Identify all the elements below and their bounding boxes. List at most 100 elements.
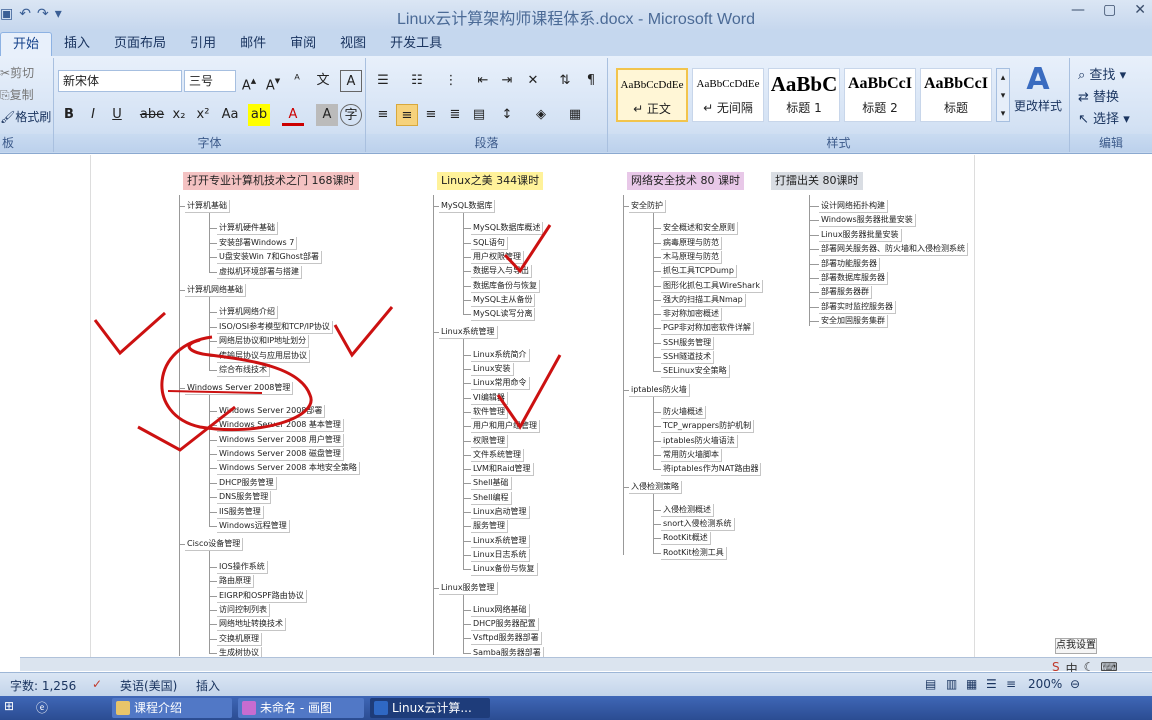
leaf-node: MySQL读写分离 [471,308,536,322]
ime-settings-button[interactable]: 点我设置 [1055,638,1097,654]
insert-mode[interactable]: 插入 [196,677,220,694]
numbering-icon[interactable]: ☷ [406,70,428,92]
copy-button[interactable]: ⎘复制 [0,86,34,103]
leaf-node: ISO/OSI参考模型和TCP/IP协议 [217,320,333,334]
ie-icon[interactable]: ⓔ [36,699,48,716]
cut-button[interactable]: ✂剪切 [0,64,34,81]
branch-line [209,341,217,343]
style-name: ↵ 无间隔 [703,101,753,115]
leaf-node: U盘安装Win 7和Ghost部署 [217,251,322,265]
bullets-icon[interactable]: ☰ [372,70,394,92]
multilevel-list-icon[interactable]: ⋮ [440,70,462,92]
minimize-icon[interactable]: — [1071,2,1085,18]
char-border-icon[interactable]: A [340,70,362,92]
show-marks-icon[interactable]: ¶ [580,70,602,92]
leaf-node: Linux常用命令 [471,377,530,391]
leaf-node: 非对称加密概述 [661,308,722,322]
full-screen-icon[interactable]: ▥ [946,677,957,691]
start-icon[interactable]: ⊞ [4,699,14,713]
word-count[interactable]: 字数: 1,256 [10,677,76,694]
document-area[interactable]: 打开专业计算机技术之门 168课时 计算机基础 计算机硬件基础 安装部署Windows… [0,155,1152,657]
font-group-label: 字体 [54,134,365,152]
styles-scroll[interactable]: ▴ ▾ ▾ [996,68,1010,122]
proofing-icon[interactable]: ✓ [92,677,102,691]
superscript-button[interactable]: x² [192,104,214,126]
shading-icon[interactable]: ◈ [530,104,552,126]
italic-button[interactable]: I [82,104,104,126]
outline-icon[interactable]: ☰ [986,677,997,691]
taskbar-item-paint[interactable]: 未命名 - 画图 [238,698,364,718]
align-right-icon[interactable]: ≡ [420,104,442,126]
branch-line [463,512,471,513]
chinese-layout-icon[interactable]: ✕ [522,70,544,92]
font-color-button[interactable]: A [282,104,304,126]
borders-icon[interactable]: ▦ [564,104,586,126]
leaf-node: 文件系统管理 [471,448,524,462]
bold-button[interactable]: B [58,104,80,126]
branch-line [463,497,471,499]
decrease-indent-icon[interactable]: ⇤ [472,70,494,92]
format-painter-button[interactable]: 🖌格式刷 [0,108,51,125]
justify-icon[interactable]: ≣ [444,104,466,126]
draft-icon[interactable]: ≡ [1006,677,1016,691]
tab-view[interactable]: 视图 [328,32,378,56]
replace-button[interactable]: ⇄ 替换 [1078,86,1119,105]
leaf-node: 常用防火墙脚本 [661,448,722,462]
style-heading2[interactable]: AaBbCcI 标题 2 [844,68,916,122]
branch-line [209,257,217,259]
font-size-select[interactable]: 三号 [184,70,236,92]
zoom-out-icon[interactable]: ⊖ [1070,677,1080,691]
underline-button[interactable]: U [106,104,128,126]
tab-page-layout[interactable]: 页面布局 [102,32,178,56]
change-case-button[interactable]: Aa [216,104,244,126]
align-left-icon[interactable]: ≡ [372,104,394,126]
tab-insert[interactable]: 插入 [52,32,102,56]
grow-font-button[interactable]: A▴ [238,70,260,93]
maximize-icon[interactable]: ▢ [1103,2,1116,18]
leaf-node: 网络地址转换技术 [217,618,286,632]
leaf-node: 设计网络拓扑构建 [819,200,888,213]
horizontal-scrollbar[interactable] [20,657,1152,671]
find-button[interactable]: ⌕ 查找 ▾ [1078,64,1126,83]
tab-developer[interactable]: 开发工具 [378,32,454,56]
web-layout-icon[interactable]: ▦ [966,677,977,691]
tab-review[interactable]: 审阅 [278,32,328,56]
highlight-button[interactable]: ab [248,104,270,126]
shrink-font-button[interactable]: A▾ [262,70,284,93]
distributed-icon[interactable]: ▤ [468,104,490,126]
font-name-select[interactable]: 新宋体 [58,70,182,92]
sort-icon[interactable]: ⇅ [554,70,576,92]
taskbar-item-word[interactable]: Linux云计算... [370,698,490,718]
print-layout-icon[interactable]: ▤ [925,677,936,691]
increase-indent-icon[interactable]: ⇥ [496,70,518,92]
branch-line [653,469,661,471]
style-title[interactable]: AaBbCcI 标题 [920,68,992,122]
subscript-button[interactable]: x₂ [168,104,190,126]
zoom-level[interactable]: 200% [1028,677,1062,691]
phonetic-guide-icon[interactable]: 文 [312,70,334,92]
leaf-node: Linux服务器批量安装 [819,228,902,242]
tab-mailings[interactable]: 邮件 [228,32,278,56]
clear-format-icon[interactable]: ᴬ [286,70,308,92]
style-no-spacing[interactable]: AaBbCcDdEe ↵ 无间隔 [692,68,764,122]
line-spacing-icon[interactable]: ↕ [496,104,518,126]
branch-line [209,242,217,244]
style-normal[interactable]: AaBbCcDdEe ↵ 正文 [616,68,688,122]
leaf-node: MySQL主从备份 [471,293,536,307]
document-page[interactable]: 打开专业计算机技术之门 168课时 计算机基础 计算机硬件基础 安装部署Windows… [90,155,975,657]
taskbar-item-folder[interactable]: 课程介绍 [112,698,232,718]
tab-home[interactable]: 开始 [0,32,53,56]
strikethrough-button[interactable]: abe [138,104,166,126]
change-styles-button[interactable]: A 更改样式 [1010,62,1066,114]
font-group: 新宋体 三号 A▴ A▾ ᴬ 文 A B I U abe x₂ x² Aa ab… [54,58,366,152]
branch-line [653,242,661,244]
close-icon[interactable]: ✕ [1134,2,1146,18]
select-button[interactable]: ↖ 选择 ▾ [1078,108,1130,127]
branch-line [653,509,661,511]
tab-references[interactable]: 引用 [178,32,228,56]
enclose-char-button[interactable]: 字 [340,104,362,126]
style-heading1[interactable]: AaBbC 标题 1 [768,68,840,122]
align-center-icon[interactable]: ≡ [396,104,418,126]
char-shading-button[interactable]: A [316,104,338,126]
language-indicator[interactable]: 英语(美国) [120,677,177,694]
